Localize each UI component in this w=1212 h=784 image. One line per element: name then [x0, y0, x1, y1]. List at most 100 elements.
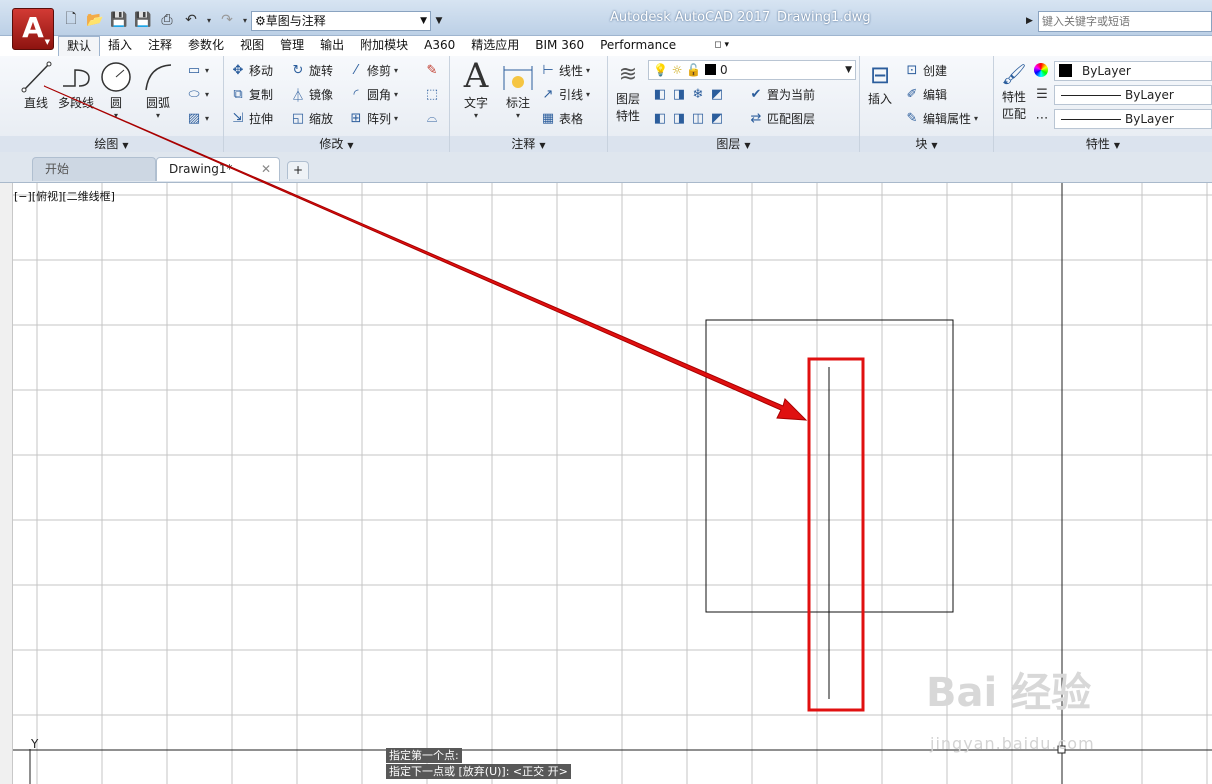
ribbon-toggle-button[interactable]: ◻ ▾ [684, 36, 737, 56]
offset-button[interactable]: ⌓ [424, 108, 440, 128]
edit-block-button[interactable]: ✐ 编辑 [904, 84, 947, 104]
line-button[interactable]: 直线 [16, 60, 56, 111]
hatch-button[interactable]: ⬭ ▾ [186, 84, 209, 104]
tab-output[interactable]: 输出 [312, 36, 352, 56]
match-layer-button[interactable]: ⇄ 匹配图层 [748, 108, 815, 128]
tab-annotate[interactable]: 注释 [140, 36, 180, 56]
mirror-button[interactable]: ⏃ 镜像 [290, 84, 333, 104]
close-icon[interactable]: ✕ [261, 158, 271, 180]
tab-insert[interactable]: 插入 [100, 36, 140, 56]
annotation-panel-title[interactable]: 注释 ▼ [450, 136, 607, 152]
undo-icon[interactable]: ↶ [180, 10, 202, 30]
linear-dim-button[interactable]: ⊢ 线性 ▾ [540, 60, 590, 80]
dimension-label: 标注 [505, 96, 530, 110]
workspace-select[interactable]: ⚙草图与注释 ▼ [251, 11, 431, 31]
tab-view[interactable]: 视图 [232, 36, 272, 56]
viewport-controls[interactable]: [−][俯视][二维线框] [14, 188, 115, 204]
boundary-button[interactable]: ▨ ▾ [186, 108, 209, 128]
tab-performance[interactable]: Performance [592, 36, 684, 56]
move-icon: ✥ [232, 62, 244, 78]
linear-label: 线性 [559, 63, 584, 78]
set-current-button[interactable]: ✔ 置为当前 [748, 84, 815, 104]
trim-button[interactable]: ⁄ 修剪 ▾ [348, 60, 398, 80]
arc-label: 圆弧 [145, 96, 170, 110]
qat-customize-button[interactable]: ▼ [432, 12, 446, 30]
draw-panel-title[interactable]: 绘图 ▼ [0, 136, 223, 152]
color-wheel-button[interactable] [1034, 60, 1048, 80]
layer-on-icon[interactable]: ◧ [652, 110, 668, 126]
properties-panel-label: 特性 [1085, 137, 1110, 151]
layer-freeze-icon[interactable]: ❄ [690, 86, 706, 102]
explode-button[interactable]: ⬚ [424, 84, 440, 104]
redo-icon[interactable]: ↷ [216, 10, 238, 30]
layer-off-icon[interactable]: ◧ [652, 86, 668, 102]
tab-a360[interactable]: A360 [416, 36, 463, 56]
layer-properties-button[interactable]: ≋ 图层 特性 [610, 60, 646, 124]
redo-dropdown-icon[interactable]: ▾ [240, 10, 250, 30]
stretch-icon: ⇲ [232, 110, 244, 126]
layer-thaw-icon[interactable]: ◫ [690, 110, 706, 126]
tab-bim360[interactable]: BIM 360 [527, 36, 592, 56]
match-props-label-1: 特性 [1001, 90, 1026, 104]
dimension-button[interactable]: 标注 ▾ [498, 60, 538, 120]
rectangle-button[interactable]: ▭ ▾ [186, 60, 209, 80]
erase-button[interactable]: ✎ [424, 60, 440, 80]
chevron-down-icon: ▾ [113, 111, 118, 120]
polyline-button[interactable]: 多段线 [56, 60, 96, 111]
circle-button[interactable]: 圆 ▾ [96, 60, 136, 120]
arc-button[interactable]: 圆弧 ▾ [138, 60, 178, 120]
linetype-dropdown[interactable]: ByLayer [1054, 85, 1212, 105]
tab-addins[interactable]: 附加模块 [352, 36, 416, 56]
stretch-button[interactable]: ⇲ 拉伸 [230, 108, 273, 128]
tab-parametric[interactable]: 参数化 [180, 36, 232, 56]
search-expand-icon[interactable]: ▶ [1026, 12, 1036, 30]
text-button[interactable]: A 文字 ▾ [458, 58, 494, 120]
array-button[interactable]: ⊞ 阵列 ▾ [348, 108, 398, 128]
undo-dropdown-icon[interactable]: ▾ [204, 10, 214, 30]
properties-panel: 🖌 特性 匹配 ☰ ⋯ ByLayer ByLayer ByLayer 特性 ▼ [994, 56, 1212, 152]
save-as-icon[interactable]: 💾 [132, 10, 154, 30]
layer-lock-icon[interactable]: ◩ [709, 86, 725, 102]
match-properties-button[interactable]: 🖌 特性 匹配 [996, 60, 1032, 122]
create-block-button[interactable]: ⊡ 创建 [904, 60, 947, 80]
table-button[interactable]: ▦ 表格 [540, 108, 583, 128]
rotate-button[interactable]: ↻ 旋转 [290, 60, 333, 80]
edit-attribute-button[interactable]: ✎ 编辑属性 ▾ [904, 108, 978, 128]
move-button[interactable]: ✥ 移动 [230, 60, 273, 80]
tab-drawing1[interactable]: Drawing1* ✕ [156, 157, 280, 181]
layer-dropdown[interactable]: 💡 ☼ 🔓 0 ▼ [648, 60, 856, 80]
tab-default[interactable]: 默认 [58, 36, 101, 56]
color-dropdown[interactable]: ByLayer [1054, 61, 1212, 81]
block-panel-title[interactable]: 块 ▼ [860, 136, 993, 152]
lineweight-list-icon: ☰ [1034, 84, 1050, 104]
chevron-down-icon: ▾ [394, 89, 399, 99]
layer-isolate-icon[interactable]: ◨ [671, 86, 687, 102]
linetype-preview [1061, 95, 1121, 96]
lineweight-dropdown[interactable]: ByLayer [1054, 109, 1212, 129]
block-panel-label: 块 [915, 137, 928, 151]
modify-panel: ✥ 移动 ↻ 旋转 ⁄ 修剪 ▾ ✎ ⧉ 复制 ⏃ 镜像 ◜ 圆角 ▾ ⬚ ⇲ 拉伸 ◱ 缩放 ⊞ 阵… [224, 56, 450, 152]
copy-button[interactable]: ⧉ 复制 [230, 84, 273, 104]
properties-panel-title[interactable]: 特性 ▼ [994, 136, 1212, 152]
layer-unlock-icon[interactable]: ◩ [709, 110, 725, 126]
application-menu-button[interactable]: A ▼ [12, 8, 54, 50]
modify-panel-title[interactable]: 修改 ▼ [224, 136, 449, 152]
insert-block-button[interactable]: ⊟ 插入 [862, 60, 898, 107]
new-tab-button[interactable]: + [287, 161, 309, 179]
layers-panel-title[interactable]: 图层 ▼ [608, 136, 859, 152]
tab-manage[interactable]: 管理 [272, 36, 312, 56]
save-icon[interactable]: 💾 [108, 10, 130, 30]
tab-featured-apps[interactable]: 精选应用 [463, 36, 527, 56]
search-input[interactable] [1038, 11, 1212, 32]
print-icon[interactable]: ⎙ [156, 10, 178, 30]
scale-button[interactable]: ◱ 缩放 [290, 108, 333, 128]
leader-button[interactable]: ↗ 引线 ▾ [540, 84, 590, 104]
fillet-button[interactable]: ◜ 圆角 ▾ [348, 84, 398, 104]
app-title: Autodesk AutoCAD 2017 [610, 10, 771, 25]
new-file-icon[interactable]: 🗋 [60, 10, 82, 30]
offset-icon: ⌓ [426, 110, 438, 126]
layer-unisolate-icon[interactable]: ◨ [671, 110, 687, 126]
tab-start[interactable]: 开始 [32, 157, 156, 181]
open-file-icon[interactable]: 📂 [84, 10, 106, 30]
layer-tools-row-2: ◧ ◨ ◫ ◩ [652, 108, 725, 128]
